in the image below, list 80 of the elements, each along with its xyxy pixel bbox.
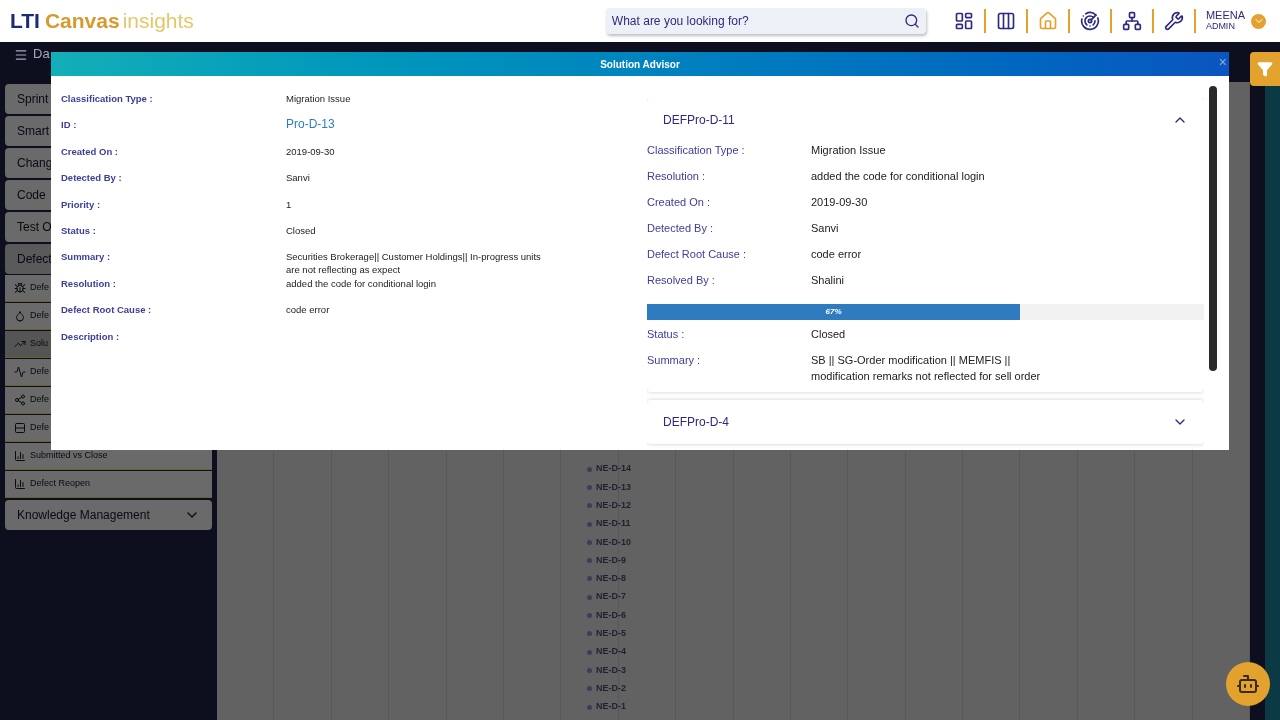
legend-label: NE-D-1 (596, 700, 626, 714)
field-value: 2019-09-30 (286, 144, 336, 159)
filter-icon (1257, 61, 1273, 77)
field-label: Summary : (647, 353, 702, 368)
bar-chart-icon (14, 478, 26, 490)
page-title: Da (33, 46, 50, 62)
trend-icon (14, 338, 26, 350)
logo[interactable]: LTI Canvas insights (10, 5, 194, 37)
line-chart-icon (14, 366, 26, 378)
field-label: Defect Root Cause : (647, 247, 748, 262)
card-title: DEFPro-D-4 (663, 414, 729, 431)
search-field[interactable]: What are you looking for? (605, 8, 926, 34)
field-label: Resolved By : (647, 273, 716, 288)
field-label: Classification Type : (647, 143, 746, 158)
legend-label: NE-D-13 (596, 480, 631, 494)
field-label: Classification Type : (61, 92, 154, 106)
field-label: Status : (647, 327, 686, 342)
field-label: Created On : (61, 144, 119, 159)
dashboard-icon[interactable] (953, 11, 974, 31)
field-value: Migration Issue (286, 92, 352, 106)
field-label: ID : (61, 118, 78, 133)
scrollbar-thumb[interactable] (1209, 86, 1217, 371)
field-value: 2019-09-30 (811, 195, 869, 210)
legend-label: NE-D-10 (596, 535, 631, 549)
legend-label: NE-D-14 (596, 462, 631, 476)
field-label: Detected By : (647, 221, 715, 236)
field-value: SB || SG-Order modification || MEMFIS || modification remarks not reflected for sell order (811, 353, 1042, 384)
menu-icon[interactable] (14, 48, 28, 62)
field-value: added the code for conditional login (811, 169, 986, 184)
share-icon (14, 394, 26, 406)
modal-title: Solution Advisor (600, 57, 680, 72)
card-header[interactable]: DEFPro-D-11 (647, 98, 1204, 142)
field-value: Closed (811, 327, 847, 342)
field-label: Resolution : (61, 276, 117, 291)
field-label: Resolution : (647, 169, 707, 184)
sidebar-item[interactable]: Knowledge Management (5, 500, 212, 530)
user-name: MEENA (1205, 10, 1245, 21)
legend-label: NE-D-12 (596, 499, 631, 512)
progress-label: 67% (825, 306, 842, 318)
card-header[interactable]: DEFPro-D-4 (647, 400, 1204, 444)
field-value: Shalini (811, 273, 846, 288)
field-label: Priority : (61, 197, 102, 212)
legend-label: NE-D-3 (596, 663, 626, 677)
field-value: added the code for conditional login (286, 276, 437, 291)
field-label: Summary : (61, 250, 112, 265)
legend-label: NE-D-7 (596, 590, 626, 604)
rows-icon (14, 422, 26, 434)
legend-label: NE-D-9 (596, 553, 626, 567)
bar-chart-icon (14, 450, 26, 462)
user-role: ADMIN (1205, 21, 1236, 32)
field-value: Migration Issue (811, 143, 887, 158)
radar-icon[interactable] (1079, 11, 1100, 31)
card-title: DEFPro-D-11 (663, 112, 735, 129)
field-value: Sanvi (811, 221, 840, 236)
search-icon[interactable] (903, 13, 920, 29)
field-value: code error (286, 303, 331, 318)
legend-label: NE-D-4 (596, 645, 626, 659)
legend-label: NE-D-11 (596, 517, 631, 531)
bug-icon (14, 282, 26, 294)
field-value: code error (811, 247, 863, 262)
network-icon[interactable] (1121, 11, 1142, 31)
wrench-icon[interactable] (1163, 11, 1184, 31)
field-value: Sanvi (286, 171, 311, 186)
legend-label: NE-D-5 (596, 627, 626, 641)
legend-label: NE-D-6 (596, 608, 626, 622)
robot-icon (1236, 672, 1260, 696)
legend-label: NE-D-8 (596, 572, 626, 586)
columns-icon[interactable] (995, 11, 1016, 31)
field-label: Detected By : (61, 171, 123, 186)
field-label: Description : (61, 329, 121, 344)
close-button[interactable]: × (1218, 55, 1227, 69)
id-link[interactable]: Pro-D-13 (286, 115, 335, 145)
field-value: 1 (286, 197, 293, 212)
field-label: Created On : (647, 195, 711, 210)
field-value: Closed (286, 223, 317, 238)
drop-icon (14, 310, 26, 322)
field-label: Status : (61, 223, 97, 238)
sidebar-subitem[interactable]: Defect Reopen (5, 471, 212, 498)
legend-label: NE-D-2 (596, 681, 626, 695)
field-label: Defect Root Cause : (61, 303, 153, 318)
